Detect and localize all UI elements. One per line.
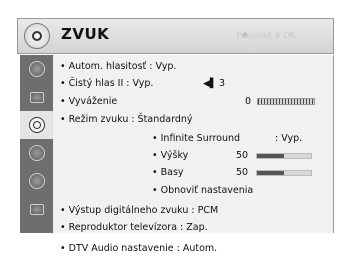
menu-header: ZVUK ◆ Presunúť ⊕ OK [17,18,334,54]
balance-slider[interactable] [257,98,315,105]
treble-value: 50 [236,150,249,161]
sidebar-item-time[interactable] [20,139,53,167]
clock-icon [28,145,45,161]
sound-icon [28,117,45,133]
bass-value: 50 [236,167,249,178]
menu-footer: • DTV Audio nastavenie : Autom. [56,233,334,265]
treble-slider[interactable] [256,153,312,159]
clear-voice-level: 3 [219,78,226,89]
sidebar-item-picture[interactable] [20,55,53,83]
clear-voice-icon: ◀▌ [203,79,217,89]
menu-item-treble[interactable]: • Výšky [152,150,188,162]
menu-item-balance[interactable]: • Vyváženie [60,96,117,108]
sidebar-item-lock[interactable] [20,167,53,195]
infinite-surround-value: : Vyp. [275,133,303,144]
menu-item-digital-out[interactable]: • Výstup digitálneho zvuku : PCM [60,205,218,217]
category-sidebar [20,55,54,233]
navigation-hint: Presunúť ⊕ OK [236,31,295,40]
picture-icon [28,61,45,77]
menu-item-bass[interactable]: • Basy [152,167,184,179]
menu-item-clear-voice[interactable]: • Čistý hlas II : Vyp. [60,78,153,90]
screen-icon [29,91,44,103]
balance-value: 0 [245,96,252,107]
sound-header-icon [24,23,50,49]
menu-item-auto-volume[interactable]: • Autom. hlasitosť : Vyp. [60,61,176,73]
lock-icon [28,173,45,189]
menu-item-sound-mode[interactable]: • Režim zvuku : Štandardný [60,114,193,126]
menu-item-dtv-audio[interactable]: • DTV Audio nastavenie : Autom. [60,243,217,255]
options-icon [29,203,44,215]
sound-menu-screen: ZVUK ◆ Presunúť ⊕ OK • Autom. hlasitosť … [0,0,340,265]
menu-item-infinite-surround[interactable]: • Infinite Surround [152,133,240,145]
bass-slider[interactable] [256,170,312,176]
settings-panel: • Autom. hlasitosť : Vyp. • Čistý hlas I… [53,55,334,233]
bass-slider-fill [257,171,284,175]
sidebar-item-options[interactable] [20,195,53,223]
page-title: ZVUK [61,25,110,43]
sidebar-item-screen[interactable] [20,83,53,111]
sidebar-item-sound[interactable] [20,111,53,139]
treble-slider-fill [257,154,284,158]
menu-item-reset[interactable]: • Obnoviť nastavenia [152,185,253,197]
